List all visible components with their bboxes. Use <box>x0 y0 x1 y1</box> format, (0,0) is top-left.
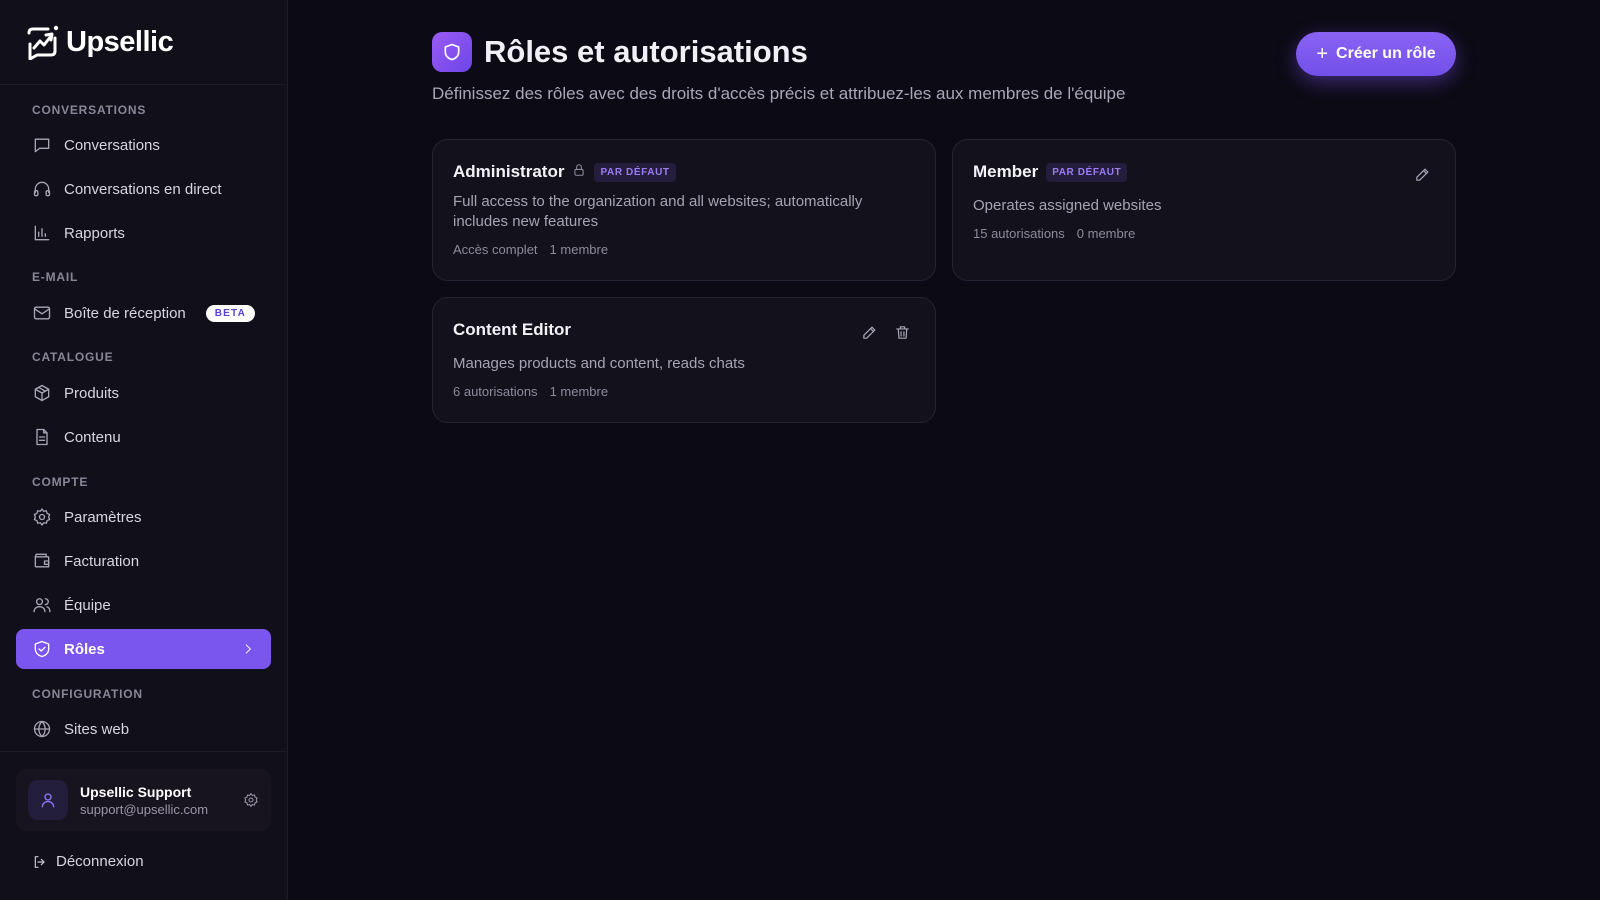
sidebar-item-label: Sites web <box>64 720 130 738</box>
logo-icon <box>27 25 59 60</box>
beta-badge: BETA <box>205 304 256 322</box>
section-label-configuration: CONFIGURATION <box>32 687 143 701</box>
divider <box>0 84 287 85</box>
gear-icon[interactable] <box>243 792 259 808</box>
sidebar-item-billing[interactable]: Facturation <box>16 541 271 581</box>
chevron-right-icon <box>245 644 251 654</box>
logout-icon <box>34 855 45 868</box>
role-members: 1 membre <box>549 242 609 257</box>
role-permissions: Accès complet <box>453 242 538 257</box>
page-subtitle: Définissez des rôles avec des droits d'a… <box>432 84 1126 103</box>
page-icon <box>432 32 472 72</box>
users-icon <box>33 598 51 613</box>
role-name: Member <box>973 162 1039 181</box>
role-name: Content Editor <box>453 320 572 339</box>
sidebar-item-label: Rôles <box>64 640 105 658</box>
divider <box>0 751 287 752</box>
trash-icon[interactable] <box>894 324 911 341</box>
gear-icon <box>33 508 51 526</box>
section-label-account: COMPTE <box>32 475 89 489</box>
role-members: 1 membre <box>549 384 609 399</box>
document-icon <box>36 428 48 446</box>
sidebar-item-label: Produits <box>64 384 120 402</box>
sidebar-item-websites[interactable]: Sites web <box>16 709 271 749</box>
role-card-content-editor[interactable]: Content Editor Manages products and cont… <box>432 297 936 423</box>
wallet-icon <box>34 553 50 568</box>
role-card-member[interactable]: Member PAR DÉFAUT Operates assigned webs… <box>952 139 1456 281</box>
edit-icon[interactable] <box>1414 166 1431 183</box>
sidebar-item-inbox[interactable]: Boîte de réception BETA <box>16 293 271 333</box>
plus-icon: + <box>1316 43 1329 65</box>
user-card[interactable]: Upsellic Support support@upsellic.com <box>16 769 271 831</box>
section-label-conversations: CONVERSATIONS <box>32 103 147 117</box>
package-icon <box>34 384 50 402</box>
role-description: Manages products and content, reads chat… <box>453 355 745 372</box>
section-label-catalog: CATALOGUE <box>32 350 114 364</box>
sidebar-item-label: Boîte de réception <box>64 304 186 322</box>
user-icon <box>41 793 55 808</box>
sidebar-item-team[interactable]: Équipe <box>16 585 271 625</box>
create-role-button[interactable]: + Créer un rôle <box>1296 32 1456 76</box>
shield-icon <box>444 43 460 61</box>
page-title: Rôles et autorisations <box>484 34 808 69</box>
role-description: Operates assigned websites <box>973 197 1162 214</box>
sidebar-item-products[interactable]: Produits <box>16 373 271 413</box>
shield-check-icon <box>34 640 50 658</box>
user-name: Upsellic Support <box>80 783 192 800</box>
sidebar-item-label: Contenu <box>64 428 121 446</box>
chat-icon <box>34 138 50 153</box>
default-badge: PAR DÉFAUT <box>1046 162 1128 182</box>
logout-button[interactable]: Déconnexion <box>32 853 144 870</box>
globe-icon <box>33 720 51 738</box>
create-role-label: Créer un rôle <box>1336 45 1436 62</box>
default-badge: PAR DÉFAUT <box>594 162 676 182</box>
brand-logo[interactable]: Upsellic <box>24 22 174 62</box>
sidebar-item-content[interactable]: Contenu <box>16 417 271 457</box>
role-description: Full access to the organization and all … <box>453 193 863 230</box>
role-permissions: 15 autorisations <box>973 226 1065 241</box>
role-name: Administrator <box>453 162 565 181</box>
sidebar-item-conversations[interactable]: Conversations <box>16 125 271 165</box>
role-permissions: 6 autorisations <box>453 384 538 399</box>
section-label-email: E-MAIL <box>32 270 79 284</box>
role-members: 0 membre <box>1076 226 1136 241</box>
sidebar-item-live-conversations[interactable]: Conversations en direct <box>16 169 271 209</box>
role-card-administrator[interactable]: Administrator PAR DÉFAUT Full access to … <box>432 139 936 281</box>
sidebar-item-roles[interactable]: Rôles <box>16 629 271 669</box>
logout-label: Déconnexion <box>56 853 144 870</box>
user-email: support@upsellic.com <box>80 801 209 817</box>
sidebar-item-label: Facturation <box>64 552 140 570</box>
avatar <box>28 780 68 820</box>
sidebar-item-settings[interactable]: Paramètres <box>16 497 271 537</box>
sidebar-item-label: Paramètres <box>64 508 142 526</box>
user-info: Upsellic Support support@upsellic.com <box>80 784 208 817</box>
mail-icon <box>33 306 51 320</box>
edit-icon[interactable] <box>861 324 878 341</box>
lock-icon <box>572 163 586 182</box>
sidebar-item-label: Rapports <box>64 224 125 242</box>
sidebar: Upsellic CONVERSATIONS Conversations Con… <box>0 0 288 900</box>
sidebar-item-label: Conversations en direct <box>64 180 222 198</box>
sidebar-item-reports[interactable]: Rapports <box>16 213 271 253</box>
sidebar-item-label: Conversations <box>64 136 160 154</box>
headphones-icon <box>33 181 51 197</box>
brand-name: Upsellic <box>66 25 174 58</box>
bar-chart-icon <box>34 225 50 241</box>
sidebar-item-label: Équipe <box>64 596 111 614</box>
